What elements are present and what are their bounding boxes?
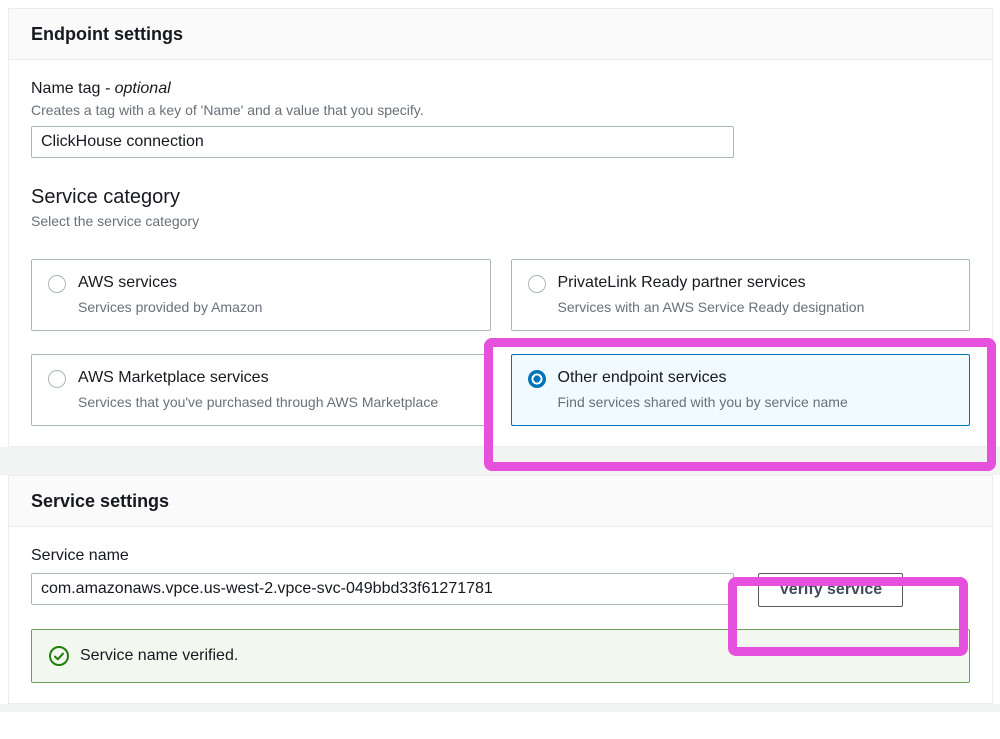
service-name-input[interactable]: [31, 573, 734, 605]
endpoint-settings-title: Endpoint settings: [31, 24, 970, 45]
service-name-label: Service name: [31, 547, 970, 565]
service-settings-card: Service settings Service name Verify ser…: [8, 475, 993, 704]
page: Endpoint settings Name tag - optional Cr…: [0, 0, 1000, 712]
tile-text: PrivateLink Ready partner services Servi…: [558, 272, 865, 317]
service-settings-body: Service name Verify service Service name…: [9, 527, 992, 703]
radio-unselected-icon[interactable]: [48, 275, 66, 293]
service-category-description: Select the service category: [31, 213, 970, 229]
name-tag-label: Name tag - optional: [31, 80, 970, 98]
service-settings-title: Service settings: [31, 491, 970, 512]
verify-service-button[interactable]: Verify service: [758, 573, 903, 607]
radio-unselected-icon[interactable]: [528, 275, 546, 293]
name-tag-optional-text: - optional: [105, 80, 171, 97]
tile-label: Other endpoint services: [558, 367, 848, 389]
tile-description: Services with an AWS Service Ready desig…: [558, 297, 865, 317]
endpoint-settings-card: Endpoint settings Name tag - optional Cr…: [8, 8, 993, 447]
tile-privatelink-ready-partner-services[interactable]: PrivateLink Ready partner services Servi…: [511, 259, 971, 331]
page-background-bottom: [0, 704, 1000, 712]
check-circle-icon: [48, 645, 70, 667]
radio-unselected-icon[interactable]: [48, 370, 66, 388]
tile-other-endpoint-services[interactable]: Other endpoint services Find services sh…: [511, 354, 971, 426]
service-category-heading: Service category: [31, 186, 970, 209]
name-tag-label-text: Name tag: [31, 80, 100, 97]
tile-description: Services that you've purchased through A…: [78, 392, 438, 412]
radio-selected-icon[interactable]: [528, 370, 546, 388]
name-tag-description: Creates a tag with a key of 'Name' and a…: [31, 102, 970, 118]
service-category-options: AWS services Services provided by Amazon…: [31, 259, 970, 426]
tile-description: Services provided by Amazon: [78, 297, 262, 317]
tile-text: AWS services Services provided by Amazon: [78, 272, 262, 317]
tile-text: Other endpoint services Find services sh…: [558, 367, 848, 412]
tile-label: PrivateLink Ready partner services: [558, 272, 865, 294]
service-verified-alert: Service name verified.: [31, 629, 970, 683]
name-tag-input[interactable]: [31, 126, 734, 158]
endpoint-settings-body: Name tag - optional Creates a tag with a…: [9, 60, 992, 446]
tile-aws-services[interactable]: AWS services Services provided by Amazon: [31, 259, 491, 331]
tile-description: Find services shared with you by service…: [558, 392, 848, 412]
tile-label: AWS services: [78, 272, 262, 294]
service-settings-header: Service settings: [9, 476, 992, 527]
page-background-gap: [0, 447, 1000, 475]
tile-label: AWS Marketplace services: [78, 367, 438, 389]
endpoint-settings-header: Endpoint settings: [9, 9, 992, 60]
service-name-row: Verify service: [31, 565, 970, 607]
tile-aws-marketplace-services[interactable]: AWS Marketplace services Services that y…: [31, 354, 491, 426]
tile-text: AWS Marketplace services Services that y…: [78, 367, 438, 412]
alert-text: Service name verified.: [80, 647, 238, 665]
